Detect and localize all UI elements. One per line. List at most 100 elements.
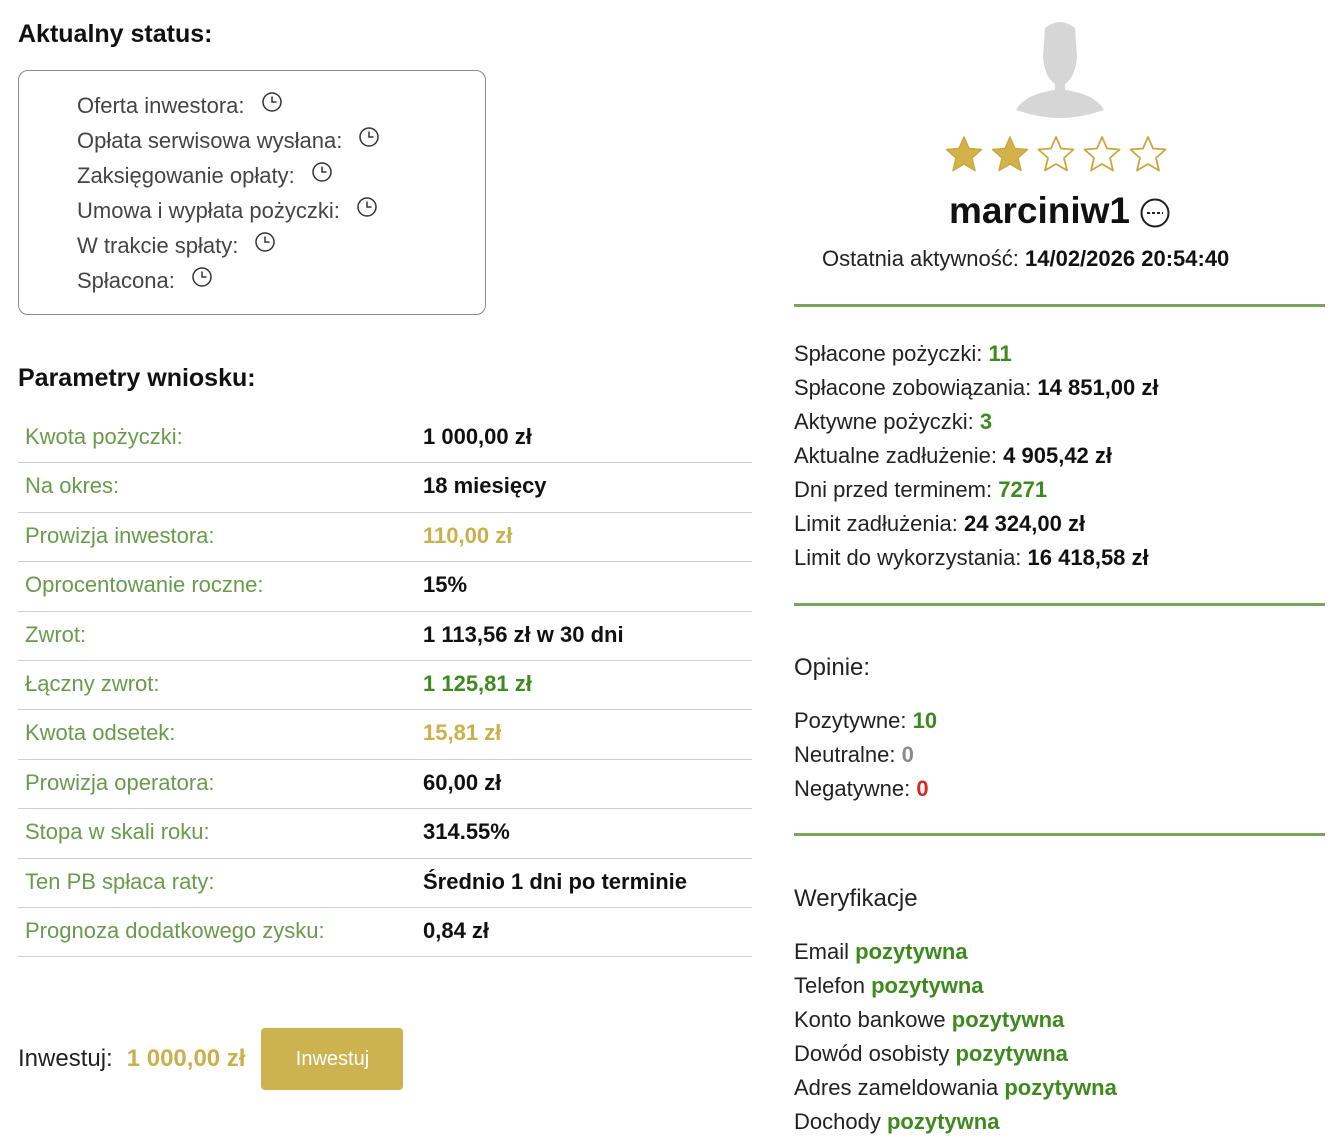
opinion-neutral: Neutralne: 0	[794, 742, 914, 768]
params-row: Prognoza dodatkowego zysku: 0,84 zł	[18, 908, 752, 958]
stat-value: 16 418,58 zł	[1027, 545, 1149, 570]
param-label: Kwota odsetek:	[25, 720, 176, 746]
param-value: Średnio 1 dni po terminie	[423, 868, 688, 894]
stat-value: 14 851,00 zł	[1037, 375, 1159, 400]
stat-label: Negatywne:	[794, 776, 911, 801]
param-value: 0,84 zł	[423, 917, 490, 943]
stat-label: Limit zadłużenia:	[794, 511, 958, 536]
stat-value: 24 324,00 zł	[964, 511, 1086, 536]
verification-status: pozytywna	[871, 973, 984, 998]
params-row: Prowizja operatora: 60,00 zł	[18, 760, 752, 810]
activity-value: 14/02/2026 20:54:40	[1025, 246, 1230, 271]
verification-status: pozytywna	[955, 1041, 1068, 1066]
param-value: 1 125,81 zł	[423, 670, 532, 696]
divider	[794, 833, 1325, 836]
status-item-label: Zaksięgowanie opłaty:	[77, 163, 295, 188]
clock-icon	[261, 91, 283, 113]
stat-repaid-liabilities: Spłacone zobowiązania: 14 851,00 zł	[794, 375, 1159, 401]
verification-status: pozytywna	[951, 1007, 1065, 1032]
status-title: Aktualny status:	[18, 20, 213, 48]
divider	[794, 603, 1325, 606]
username: marciniw1	[949, 190, 1130, 231]
params-row: Ten PB spłaca raty: Średnio 1 dni po term…	[18, 859, 752, 908]
stat-label: Pozytywne:	[794, 708, 907, 733]
verification-bank-account: Konto bankowe pozytywna	[794, 1007, 1064, 1033]
params-row: Kwota pożyczki: 1 000,00 zł	[18, 414, 752, 464]
clock-icon	[358, 126, 380, 148]
param-label: Oprocentowanie roczne:	[25, 572, 264, 598]
status-item-label: Spłacona:	[77, 268, 175, 293]
status-item-contract: Umowa i wypłata pożyczki:	[77, 197, 378, 224]
stat-value: 7271	[998, 477, 1048, 502]
stat-active-loans: Aktywne pożyczki: 3	[794, 409, 992, 435]
clock-icon	[254, 231, 276, 253]
param-value: 1 000,00 zł	[423, 424, 532, 449]
status-item-label: Opłata serwisowa wysłana:	[77, 128, 343, 153]
param-value: 15%	[423, 572, 468, 598]
invest-button[interactable]: Inwestuj	[261, 1028, 404, 1090]
stat-repaid-loans: Spłacone pożyczki: 11	[794, 341, 1012, 367]
stat-available-limit: Limit do wykorzystania: 16 418,58 zł	[794, 545, 1149, 571]
avatar	[1010, 18, 1110, 118]
stat-value: 10	[912, 708, 938, 733]
verification-status: pozytywna	[1004, 1075, 1117, 1100]
stat-label: Limit do wykorzystania:	[794, 545, 1022, 570]
param-value: 1 113,56 zł w 30 dni	[423, 621, 624, 647]
opinion-negative: Negatywne: 0	[794, 776, 929, 802]
status-item-offer: Oferta inwestora:	[77, 91, 283, 119]
star-empty-icon	[1083, 136, 1121, 172]
stat-value: 4 905,42 zł	[1003, 443, 1113, 468]
params-table: Kwota pożyczki: 1 000,00 zł Na okres: 18 m…	[18, 414, 752, 958]
rating-stars	[944, 134, 1168, 174]
params-row: Łączny zwrot: 1 125,81 zł	[18, 661, 752, 711]
stat-debt-limit: Limit zadłużenia: 24 324,00 zł	[794, 511, 1085, 537]
param-value: 60,00 zł	[423, 769, 502, 795]
stat-value: 11	[988, 341, 1012, 366]
verification-id-card: Dowód osobisty pozytywna	[794, 1041, 1068, 1067]
stat-value: 3	[979, 409, 993, 434]
invest-bar: Inwestuj: 1 000,00 zł Inwestuj	[18, 1028, 404, 1090]
star-filled-icon	[991, 136, 1029, 172]
stat-current-debt: Aktualne zadłużenie: 4 905,42 zł	[794, 443, 1112, 469]
user-silhouette-icon	[1016, 22, 1104, 118]
verification-status: pozytywna	[855, 939, 968, 964]
params-row: Stopa w skali roku: 314.55%	[18, 809, 752, 859]
param-label: Kwota pożyczki:	[25, 424, 183, 449]
minus-circle-icon	[1140, 195, 1170, 228]
verification-address: Adres zameldowania pozytywna	[794, 1075, 1117, 1101]
params-row: Kwota odsetek: 15,81 zł	[18, 710, 752, 760]
verification-income: Dochody pozytywna	[794, 1109, 999, 1135]
status-item-label: Umowa i wypłata pożyczki:	[77, 198, 340, 223]
stat-label: Aktualne zadłużenie:	[794, 443, 998, 468]
param-value: 18 miesięcy	[423, 473, 547, 499]
stat-value: 0	[901, 742, 914, 767]
param-label: Ten PB spłaca raty:	[25, 868, 215, 894]
param-value: 110,00 zł	[423, 522, 513, 548]
param-label: Zwrot:	[25, 621, 87, 647]
status-item-label: W trakcie spłaty:	[77, 233, 239, 258]
verification-label: Dochody	[794, 1109, 881, 1134]
param-label: Stopa w skali roku:	[25, 819, 210, 845]
clock-icon	[191, 266, 213, 288]
params-title: Parametry wniosku:	[18, 364, 256, 392]
star-empty-icon	[1129, 136, 1167, 172]
verification-label: Konto bankowe	[794, 1007, 946, 1032]
star-filled-icon	[945, 136, 983, 172]
status-item-service-fee: Opłata serwisowa wysłana:	[77, 126, 380, 154]
param-label: Na okres:	[25, 473, 120, 499]
verification-status: pozytywna	[886, 1109, 1000, 1134]
invest-amount: 1 000,00 zł	[126, 1045, 246, 1072]
divider	[794, 304, 1325, 307]
opinions-title: Opinie:	[794, 654, 871, 681]
status-item-repaid: Spłacona:	[77, 266, 213, 294]
verification-label: Email	[794, 939, 850, 964]
params-row: Oprocentowanie roczne: 15%	[18, 562, 752, 612]
verification-phone: Telefon pozytywna	[794, 973, 984, 999]
verification-label: Dowód osobisty	[794, 1041, 950, 1066]
param-label: Prognoza dodatkowego zysku:	[25, 917, 325, 943]
last-activity: Ostatnia aktywność: 14/02/2026 20:54:40	[822, 246, 1229, 272]
stat-label: Aktywne pożyczki:	[794, 409, 974, 434]
params-row: Zwrot: 1 113,56 zł w 30 dni	[18, 612, 752, 661]
param-label: Prowizja inwestora:	[25, 522, 215, 548]
invest-label: Inwestuj:	[18, 1045, 113, 1072]
